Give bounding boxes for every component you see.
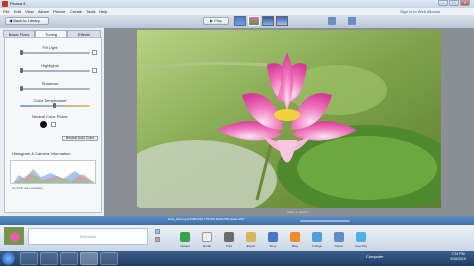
toolbar-thumbnail-2[interactable] [248,16,260,26]
shadows-label: Shadows [41,81,59,86]
export-label[interactable]: Export [241,244,261,248]
blog-icon[interactable] [290,232,300,242]
taskbar-app-icon[interactable] [100,252,118,265]
eyedropper-icon[interactable] [51,122,56,127]
toolbar-thumbnail-4[interactable] [276,16,288,26]
sign-in-link[interactable]: Sign in to Web Albums [400,8,440,15]
neutral-auto-color-button[interactable]: Neutral Auto Color [62,136,98,141]
computer-label[interactable]: Computer [366,254,384,259]
highlights-auto-icon[interactable] [92,68,97,73]
tray-thumb-image [5,228,23,244]
taskbar-ie-icon[interactable] [20,252,38,265]
minimize-button[interactable]: – [438,0,448,6]
upload-label[interactable]: Upload [175,244,195,248]
fill-light-auto-icon[interactable] [92,50,97,55]
movie-label[interactable]: Movie [329,244,349,248]
blog-label[interactable]: Blog [285,244,305,248]
exif-note: No EXIF data available [12,186,43,190]
upload-icon[interactable] [180,232,190,242]
clock-date: 9/28/2010 [450,257,466,261]
close-button[interactable]: x [460,0,470,6]
selection-tray: Selection [28,228,148,245]
rotate-left-icon[interactable] [328,17,336,25]
email-label[interactable]: Email [197,244,217,248]
menu-tools[interactable]: Tools [86,8,95,15]
clear-icon[interactable] [155,237,160,242]
print-label[interactable]: Print [219,244,239,248]
color-temperature-slider-handle[interactable] [53,103,56,108]
shadows-slider-handle[interactable] [20,86,23,91]
system-clock[interactable]: 7:24 PM 9/28/2010 [445,252,471,262]
highlights-slider-track[interactable] [20,70,90,72]
fill-light-slider-handle[interactable] [20,50,23,55]
back-label: Back to Library [13,18,40,23]
collage-icon[interactable] [312,232,322,242]
collage-label[interactable]: Collage [307,244,327,248]
fill-light-label: Fill Light [42,45,58,50]
selected-photo-thumbnail[interactable] [4,227,24,245]
taskbar-picasa-icon[interactable] [80,252,98,265]
color-temperature-label: Color Temperature [33,98,67,103]
toolbar-thumbnail-3[interactable] [262,16,274,26]
play-slideshow-button[interactable]: ▶ Play [203,17,229,25]
tab-tuning[interactable]: Tuning [35,30,67,37]
shop-icon[interactable] [268,232,278,242]
rotate-right-icon[interactable] [348,17,356,25]
maximize-button[interactable]: □ [449,0,459,6]
neutral-color-swatch [40,121,47,128]
window-title: Picasa 3 [10,1,26,6]
photo-caption[interactable]: Make a caption! [258,210,338,214]
movie-icon[interactable] [334,232,344,242]
tab-basic-fixes[interactable]: Basic Fixes [3,30,35,37]
histogram-title: Histogram & Camera Information [12,151,71,156]
highlights-slider-handle[interactable] [20,68,23,73]
fill-light-slider-track[interactable] [20,52,90,54]
shop-label[interactable]: Shop [263,244,283,248]
menu-picture[interactable]: Picture [53,8,65,15]
menu-view[interactable]: View [25,8,34,15]
file-info: lotus_flower.jpg 9/28/2010 7:56 PM 1024x… [168,217,245,221]
back-to-library-button[interactable]: ◀ Back to Library [5,17,49,25]
picasa-app-icon [2,1,8,7]
taskbar-media-icon[interactable] [60,252,78,265]
toolbar-thumbnail-1[interactable] [234,16,246,26]
neutral-color-picker-label: Neutral Color Picker [32,114,68,119]
hold-icon[interactable] [155,229,160,234]
shadows-slider-track[interactable] [20,88,90,90]
menu-help[interactable]: Help [99,8,107,15]
lotus-flower-image [137,30,441,208]
play-label: Play [214,18,222,23]
histogram-graph [10,160,96,184]
zoom-slider[interactable] [300,220,350,222]
lotus-photo[interactable] [137,30,441,208]
taskbar-explorer-icon[interactable] [40,252,58,265]
geotag-label[interactable]: Geo-Tag [351,244,371,248]
start-button[interactable] [2,252,15,265]
menu-edit[interactable]: Edit [14,8,21,15]
geotag-icon[interactable] [356,232,366,242]
highlights-label: Highlights [41,63,59,68]
title-bar [0,0,474,8]
menu-album[interactable]: Album [38,8,49,15]
tab-effects[interactable]: Effects [67,30,101,37]
export-icon[interactable] [246,232,256,242]
histogram-chart [13,169,95,183]
print-icon[interactable] [224,232,234,242]
menu-file[interactable]: File [3,8,9,15]
email-icon[interactable] [202,232,212,242]
menu-create[interactable]: Create [70,8,82,15]
